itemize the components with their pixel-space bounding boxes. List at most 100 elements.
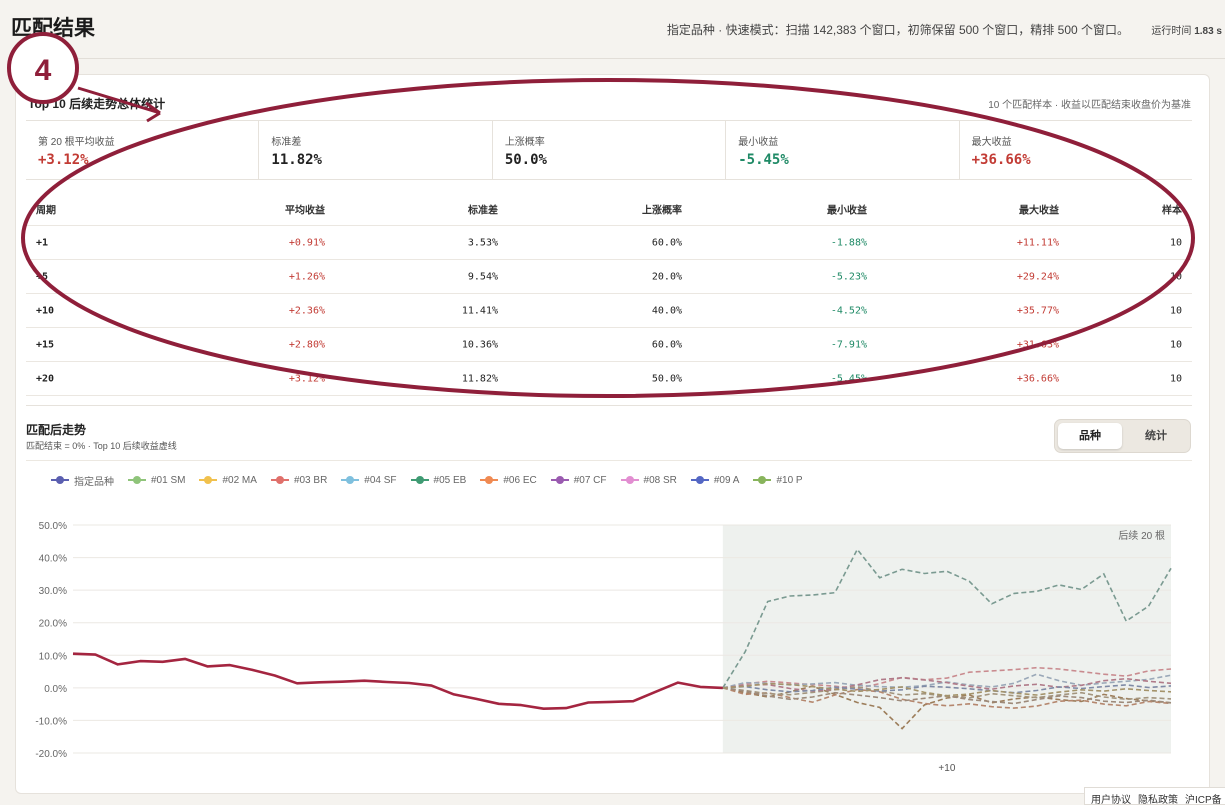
period-cell: +15 — [36, 339, 55, 350]
legend-item[interactable]: #10 P — [753, 473, 803, 487]
legend-swatch — [128, 476, 146, 484]
legend-item[interactable]: #07 CF — [550, 473, 607, 487]
stats-note: 10 个匹配样本 · 收益以匹配结束收盘价为基准 — [988, 100, 1191, 111]
trend-chart: 后续 20 根 50.0% 40.0% 30.0% 20.0% 10.0% 0.0% -10.… — [35, 521, 1172, 774]
y-tick-label: -10.0% — [35, 716, 67, 727]
kpi-label: 第 20 根平均收益 — [38, 137, 115, 148]
kpi-max-return: 最大收益 +36.66% — [960, 121, 1192, 179]
avg-return-cell: +2.36% — [288, 305, 325, 316]
column-header: 标准差 — [468, 205, 498, 217]
kpi-label: 最小收益 — [738, 137, 779, 148]
legend-label: #04 SF — [364, 474, 397, 486]
legend-item[interactable]: #02 MA — [199, 473, 257, 487]
x-tick-label: +10 — [938, 763, 955, 774]
period-cell: +10 — [36, 305, 55, 316]
chart-legend: 指定品种 #01 SM #02 MA #03 BR #04 SF #05 EB #06 EC… — [51, 473, 803, 488]
legend-label: #06 EC — [503, 474, 537, 486]
table-row: +15 +2.80% 10.36% 60.0% -7.91% +31.63% 1… — [26, 328, 1192, 362]
table-row: +1 +0.91% 3.53% 60.0% -1.88% +11.11% 10 — [26, 226, 1192, 260]
up-prob-cell: 60.0% — [651, 339, 682, 350]
legend-item[interactable]: #06 EC — [480, 473, 537, 487]
footer-privacy-link[interactable]: 隐私政策 — [1138, 791, 1178, 805]
footer-links: 用户协议 隐私政策 沪ICP备 — [1084, 787, 1225, 805]
run-time-value: 1.83 s — [1194, 26, 1222, 37]
max-return-cell: +31.63% — [1016, 339, 1059, 350]
main-series-line — [72, 652, 723, 710]
legend-item[interactable]: #05 EB — [410, 473, 466, 487]
avg-return-cell: +1.26% — [288, 271, 325, 282]
run-time: 运行时间 1.83 s — [1151, 22, 1222, 37]
legend-item[interactable]: 指定品种 — [51, 473, 114, 488]
view-toggle: 品种 统计 — [1054, 419, 1191, 453]
kpi-label: 上涨概率 — [504, 137, 545, 148]
y-tick-label: 40.0% — [39, 554, 67, 565]
up-prob-cell: 40.0% — [651, 305, 682, 316]
legend-label: #08 SR — [643, 474, 677, 486]
legend-divider — [26, 460, 1192, 461]
legend-item[interactable]: #08 SR — [620, 473, 677, 487]
sample-cell: 10 — [1169, 271, 1182, 282]
column-header: 样本 — [1162, 205, 1182, 217]
legend-item[interactable]: #03 BR — [270, 473, 328, 487]
column-header: 周期 — [36, 205, 56, 217]
legend-swatch — [480, 476, 499, 484]
future-shade — [722, 525, 1171, 753]
footer-icp-link[interactable]: 沪ICP备 — [1185, 791, 1222, 805]
kpi-value: 50.0% — [504, 152, 547, 168]
shade-label: 后续 20 根 — [1118, 529, 1165, 542]
avg-return-cell: +0.91% — [288, 237, 325, 248]
std-dev-cell: 10.36% — [461, 339, 498, 350]
std-dev-cell: 3.53% — [467, 237, 498, 248]
page-title: 匹配结果 — [11, 17, 95, 40]
column-header: 最小收益 — [827, 205, 867, 217]
legend-swatch — [620, 476, 639, 484]
y-tick-label: 30.0% — [39, 586, 67, 597]
legend-swatch — [753, 476, 772, 484]
legend-item[interactable]: #09 A — [690, 473, 739, 487]
avg-return-cell: +3.12% — [288, 373, 325, 384]
legend-label: #10 P — [776, 474, 803, 486]
y-tick-label: 10.0% — [39, 651, 67, 662]
max-return-cell: +11.11% — [1016, 237, 1059, 248]
footer-terms-link[interactable]: 用户协议 — [1091, 791, 1131, 805]
kpi-avg-return: 第 20 根平均收益 +3.12% — [26, 121, 260, 179]
stats-table: 周期 平均收益 标准差 上涨概率 最小收益 最大收益 样本 +1 +0.91% … — [26, 193, 1192, 396]
header-divider — [8, 58, 1225, 59]
up-prob-cell: 60.0% — [651, 237, 682, 248]
header-info: 指定品种 · 快速模式：扫描 142,383 个窗口，初筛保留 500 个窗口，… — [666, 23, 1129, 37]
legend-swatch — [51, 476, 69, 484]
results-card: Top 10 后续走势总体统计 10 个匹配样本 · 收益以匹配结束收盘价为基准… — [15, 74, 1210, 794]
legend-label: #03 BR — [293, 474, 328, 486]
kpi-strip: 第 20 根平均收益 +3.12% 标准差 11.82% 上涨概率 50.0% … — [26, 120, 1192, 180]
kpi-label: 最大收益 — [971, 137, 1012, 148]
column-header: 平均收益 — [285, 205, 325, 217]
y-tick-label: -20.0% — [35, 749, 67, 760]
kpi-value: +3.12% — [38, 152, 89, 168]
y-tick-label: 50.0% — [39, 521, 67, 532]
sample-cell: 10 — [1169, 305, 1182, 316]
legend-item[interactable]: #04 SF — [341, 473, 397, 487]
legend-swatch — [550, 476, 569, 484]
kpi-value: -5.45% — [738, 152, 789, 168]
std-dev-cell: 11.41% — [461, 305, 498, 316]
sample-cell: 10 — [1169, 237, 1182, 248]
toggle-stats-button[interactable]: 统计 — [1124, 423, 1188, 449]
period-cell: +5 — [36, 271, 49, 282]
legend-item[interactable]: #01 SM — [128, 473, 185, 487]
up-prob-cell: 20.0% — [651, 271, 682, 282]
kpi-min-return: 最小收益 -5.45% — [726, 121, 960, 179]
min-return-cell: -1.88% — [830, 237, 867, 248]
legend-label: 指定品种 — [74, 476, 114, 488]
max-return-cell: +29.24% — [1016, 271, 1059, 282]
y-tick-label: 20.0% — [39, 619, 67, 630]
std-dev-cell: 9.54% — [467, 271, 498, 282]
sample-cell: 10 — [1169, 373, 1182, 384]
legend-swatch — [410, 476, 429, 484]
toggle-variety-button[interactable]: 品种 — [1058, 423, 1122, 449]
period-cell: +20 — [36, 373, 55, 384]
legend-swatch — [199, 476, 218, 484]
std-dev-cell: 11.82% — [461, 373, 498, 384]
table-row: +10 +2.36% 11.41% 40.0% -4.52% +35.77% 1… — [26, 294, 1192, 328]
section-divider — [26, 405, 1192, 406]
min-return-cell: -5.23% — [830, 271, 867, 282]
